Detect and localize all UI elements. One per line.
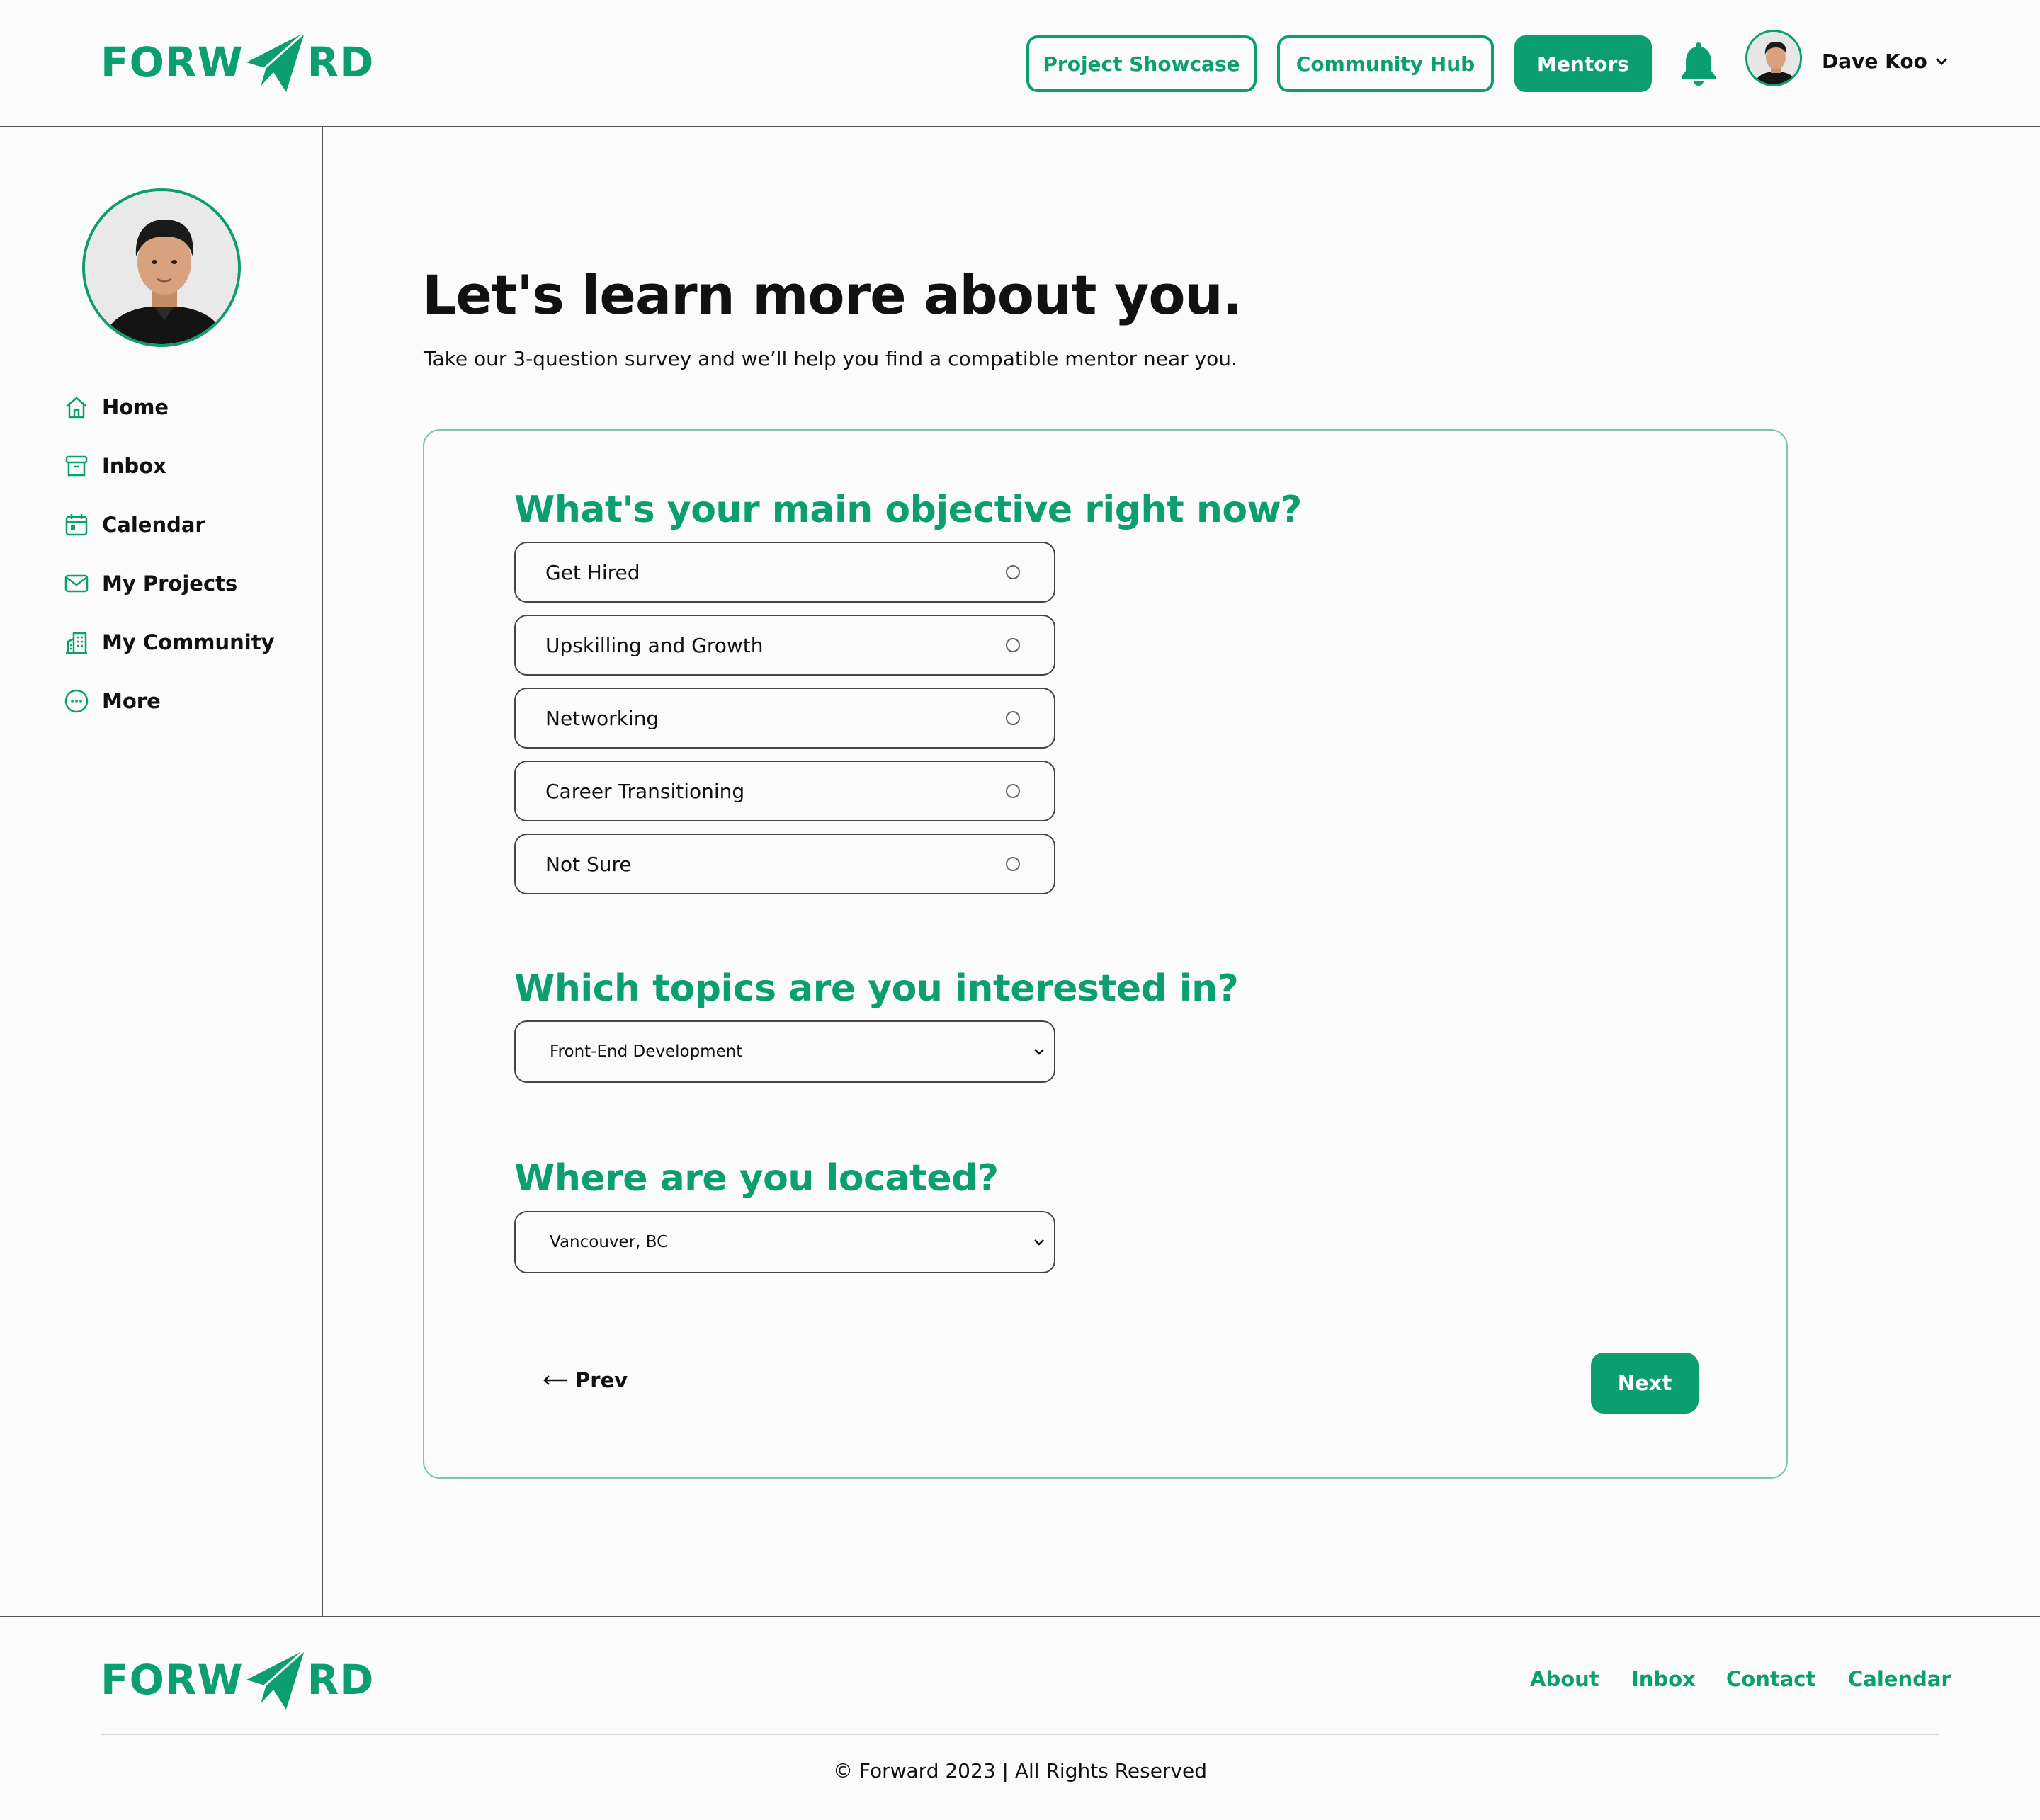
question-location-title: Where are you located?	[514, 1157, 999, 1200]
copyright-text: © Forward 2023 | All Rights Reserved	[832, 1759, 1208, 1782]
page-title: Let's learn more about you.	[422, 263, 1243, 326]
next-button[interactable]: Next	[1591, 1353, 1699, 1414]
prev-button[interactable]: Prev	[543, 1368, 628, 1392]
nav-mentors-label: Mentors	[1537, 52, 1629, 76]
sidebar-item-calendar-label: Calendar	[102, 513, 205, 537]
option-upskilling-and-growth[interactable]: Upskilling and Growth	[514, 615, 1055, 676]
topics-select-value: Front-End Development	[550, 1042, 743, 1061]
home-icon	[66, 397, 87, 419]
option-label: Networking	[545, 706, 659, 730]
chevron-down-icon	[1034, 1049, 1044, 1055]
question-objective-title: What's your main objective right now?	[514, 489, 1302, 531]
nav-mentors-button[interactable]: Mentors	[1514, 35, 1652, 92]
radio-button[interactable]	[1006, 711, 1020, 725]
radio-button[interactable]	[1006, 857, 1020, 871]
sidebar-item-more-label: More	[102, 689, 161, 713]
sidebar-item-my-community-label: My Community	[102, 630, 275, 654]
sidebar-item-home-label: Home	[102, 395, 169, 419]
chevron-down-icon	[1034, 1239, 1044, 1246]
profile-avatar[interactable]	[82, 188, 241, 347]
page-subtitle: Take our 3-question survey and we’ll hel…	[424, 347, 1237, 370]
mail-icon	[64, 574, 89, 593]
buildings-icon	[66, 632, 87, 654]
radio-button[interactable]	[1006, 565, 1020, 579]
footer-link-about[interactable]: About	[1530, 1667, 1599, 1691]
footer-divider	[101, 1734, 1939, 1735]
sidebar-item-more[interactable]: More	[64, 683, 161, 719]
user-portrait-icon	[1747, 32, 1800, 84]
inbox-icon	[65, 455, 88, 477]
sidebar-item-my-community[interactable]: My Community	[64, 625, 275, 660]
bell-icon[interactable]	[1680, 40, 1717, 86]
question-topics-title: Which topics are you interested in?	[514, 967, 1239, 1010]
logo-text-right: RD	[307, 38, 375, 86]
sidebar: Home Inbox Calendar My Projects My Commu…	[0, 127, 323, 1616]
radio-button[interactable]	[1006, 784, 1020, 798]
footer-logo[interactable]: FORW RD	[101, 1646, 374, 1714]
prev-label: Prev	[575, 1368, 628, 1392]
top-header: FORW RD Project Showcase Community Hub M…	[0, 0, 2040, 127]
user-name-label: Dave Koo	[1822, 50, 1927, 73]
logo-text-left: FORW	[101, 38, 244, 86]
option-not-sure[interactable]: Not Sure	[514, 834, 1055, 894]
option-get-hired[interactable]: Get Hired	[514, 542, 1055, 603]
sidebar-item-inbox-label: Inbox	[102, 454, 166, 478]
sidebar-item-home[interactable]: Home	[64, 389, 169, 425]
paper-plane-logo-icon	[246, 1649, 305, 1710]
nav-project-showcase-button[interactable]: Project Showcase	[1026, 35, 1257, 92]
location-select[interactable]: Vancouver, BC	[514, 1211, 1055, 1273]
profile-portrait-icon	[85, 191, 238, 344]
nav-project-showcase-label: Project Showcase	[1043, 52, 1240, 76]
sidebar-item-my-projects-label: My Projects	[102, 571, 238, 596]
footer: FORW RD About Inbox Contact Calendar © F…	[0, 1616, 2040, 1820]
user-menu-toggle[interactable]: Dave Koo	[1822, 50, 1949, 73]
footer-link-calendar[interactable]: Calendar	[1848, 1667, 1951, 1691]
arrow-left-icon	[543, 1375, 567, 1385]
option-networking[interactable]: Networking	[514, 688, 1055, 749]
footer-link-inbox[interactable]: Inbox	[1631, 1667, 1696, 1691]
topics-select[interactable]: Front-End Development	[514, 1020, 1055, 1083]
option-label: Career Transitioning	[545, 779, 745, 803]
calendar-icon	[65, 514, 88, 536]
sidebar-item-inbox[interactable]: Inbox	[64, 448, 166, 484]
sidebar-item-my-projects[interactable]: My Projects	[64, 566, 237, 601]
sidebar-item-calendar[interactable]: Calendar	[64, 507, 205, 542]
option-career-transitioning[interactable]: Career Transitioning	[514, 761, 1055, 821]
header-logo[interactable]: FORW RD	[101, 28, 374, 96]
option-label: Get Hired	[545, 560, 640, 584]
location-select-value: Vancouver, BC	[550, 1233, 669, 1251]
logo-text-left: FORW	[101, 1656, 244, 1704]
logo-text-right: RD	[307, 1656, 375, 1704]
user-avatar[interactable]	[1745, 30, 1802, 86]
paper-plane-logo-icon	[246, 31, 305, 92]
next-label: Next	[1617, 1371, 1672, 1395]
footer-link-contact[interactable]: Contact	[1726, 1667, 1815, 1691]
nav-community-hub-label: Community Hub	[1296, 52, 1475, 76]
nav-community-hub-button[interactable]: Community Hub	[1277, 35, 1494, 92]
option-label: Not Sure	[545, 852, 632, 876]
chevron-down-icon	[1935, 57, 1947, 65]
option-label: Upskilling and Growth	[545, 633, 764, 657]
more-icon	[64, 689, 89, 713]
radio-button[interactable]	[1006, 638, 1020, 652]
